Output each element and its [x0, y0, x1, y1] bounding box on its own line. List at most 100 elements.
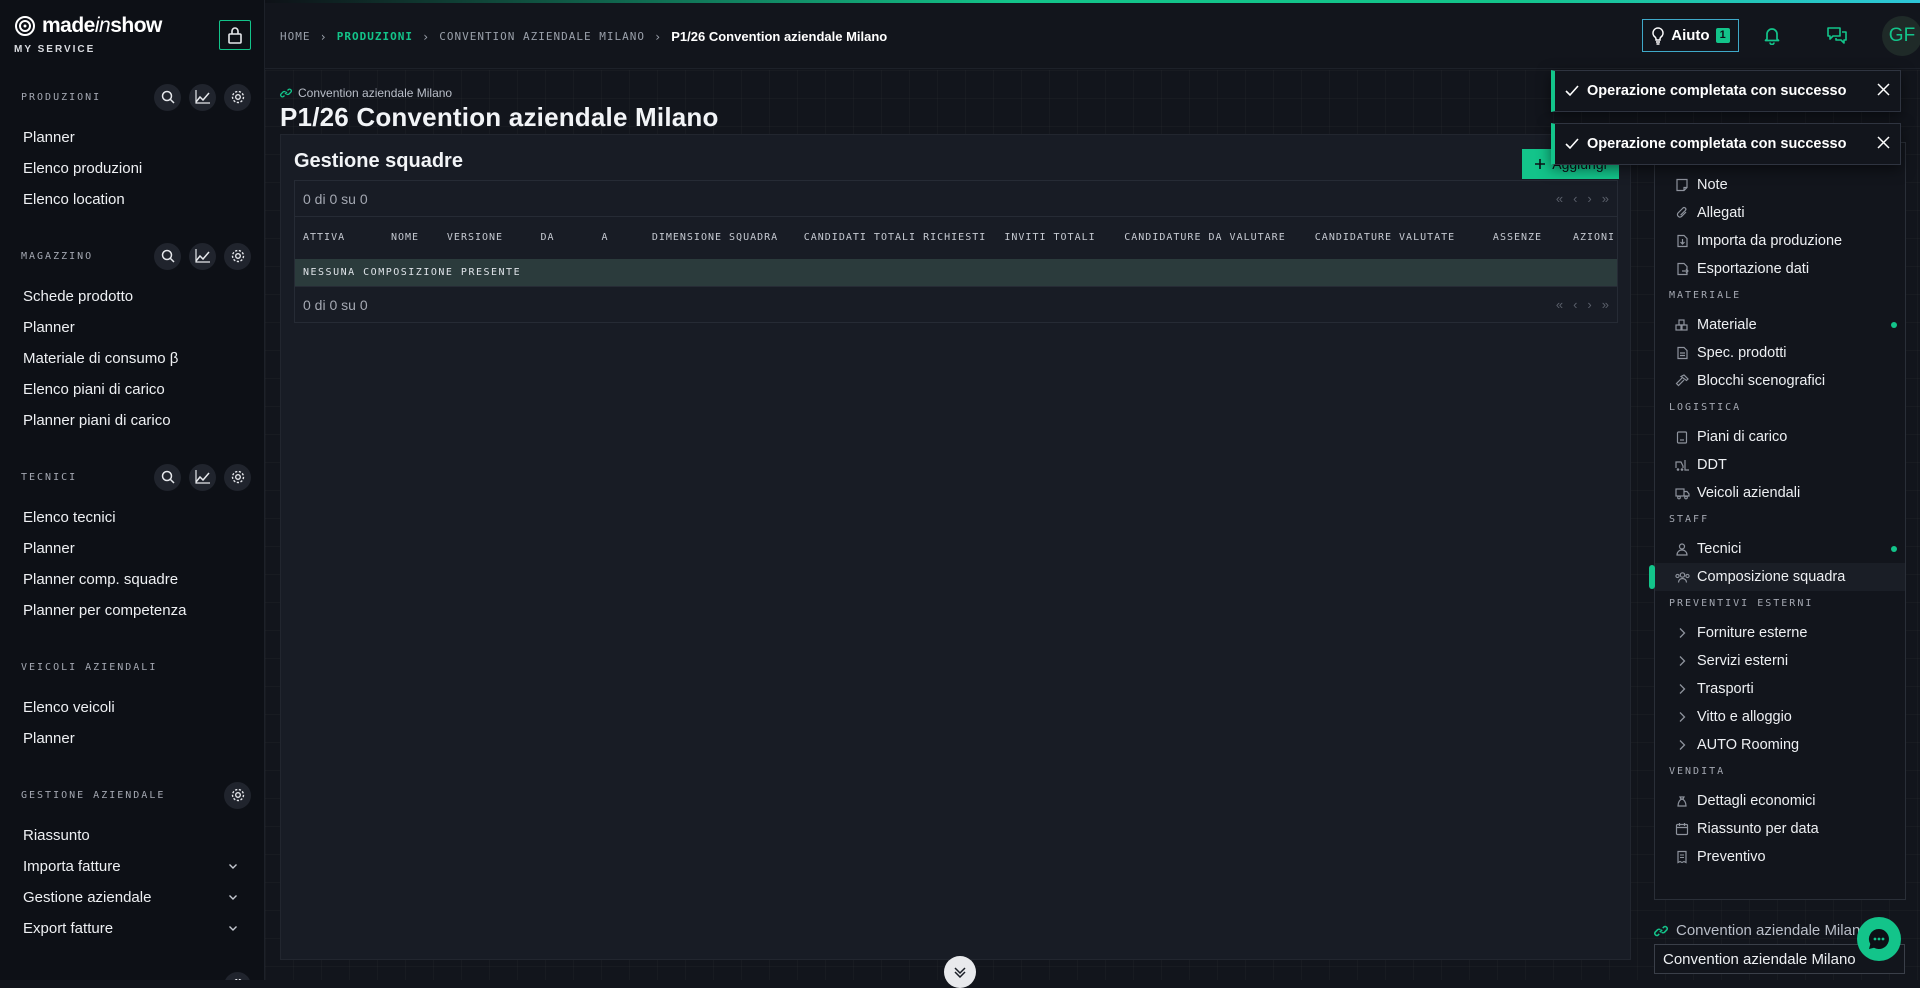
chat-support-button[interactable]	[1857, 917, 1901, 961]
prev-page-icon[interactable]: ‹	[1573, 191, 1577, 206]
messages-icon[interactable]	[1826, 25, 1848, 45]
search-icon[interactable]	[154, 242, 181, 270]
sidebar-item[interactable]: Elenco piani di carico	[0, 374, 264, 405]
side-nav-item[interactable]: Piani di carico	[1655, 423, 1905, 451]
next-page-icon[interactable]: ›	[1587, 297, 1591, 312]
note-icon	[1675, 178, 1690, 193]
side-nav-item[interactable]: Servizi esterni	[1655, 647, 1905, 675]
sidebar-item-label: Elenco produzioni	[23, 160, 143, 177]
sidebar-section-magazzino: MAGAZZINO Schede prodotto Planner Materiale…	[0, 237, 264, 436]
side-nav-item[interactable]: Spec. prodotti	[1655, 339, 1905, 367]
brand[interactable]: madeinshow MY SERVICE	[14, 14, 162, 55]
sidebar-item[interactable]: Elenco location	[0, 184, 264, 215]
column-header[interactable]: ATTIVA	[295, 232, 375, 244]
first-page-icon[interactable]: «	[1556, 297, 1563, 312]
side-nav-item[interactable]: Note	[1655, 171, 1905, 199]
production-link[interactable]: Convention aziendale Milano	[1654, 922, 1869, 939]
breadcrumb-item[interactable]: PRODUZIONI	[337, 30, 413, 43]
sidebar-item-label: Planner per competenza	[23, 602, 187, 619]
sidebar-item[interactable]: Planner	[0, 312, 264, 343]
chart-icon[interactable]	[189, 83, 216, 111]
sidebar-item[interactable]: Export fatture	[0, 913, 264, 944]
side-nav-item[interactable]: Composizione squadra	[1649, 563, 1905, 591]
chart-icon[interactable]	[189, 463, 216, 491]
lock-button[interactable]	[219, 20, 251, 50]
close-icon[interactable]	[1877, 83, 1890, 96]
bell-icon[interactable]	[1762, 25, 1782, 45]
sidebar-item-label: Planner piani di carico	[23, 412, 171, 429]
sidebar-item[interactable]: Planner	[0, 533, 264, 564]
prev-page-icon[interactable]: ‹	[1573, 297, 1577, 312]
close-icon[interactable]	[1877, 136, 1890, 149]
sidebar-item[interactable]: Gestione aziendale	[0, 882, 264, 913]
column-header[interactable]: A	[580, 232, 630, 244]
breadcrumb-item: P1/26 Convention aziendale Milano	[671, 29, 888, 44]
column-header[interactable]: CANDIDATURE VALUTATE	[1300, 232, 1470, 244]
last-page-icon[interactable]: »	[1602, 191, 1609, 206]
side-nav-item[interactable]: DDT	[1655, 451, 1905, 479]
chart-icon[interactable]	[189, 242, 216, 270]
last-page-icon[interactable]: »	[1602, 297, 1609, 312]
column-header[interactable]: NOME	[375, 232, 435, 244]
receipt-icon	[1675, 850, 1690, 865]
sidebar-item[interactable]: Elenco tecnici	[0, 502, 264, 533]
side-nav-item[interactable]: Veicoli aziendali	[1655, 479, 1905, 507]
scroll-down-button[interactable]	[944, 956, 976, 988]
side-nav-item[interactable]: Preventivo	[1655, 843, 1905, 871]
sidebar-item[interactable]: Elenco veicoli	[0, 692, 264, 723]
side-nav-item-label: AUTO Rooming	[1697, 737, 1800, 753]
column-header[interactable]: VERSIONE	[435, 232, 515, 244]
breadcrumb-item[interactable]: CONVENTION AZIENDALE MILANO	[439, 30, 645, 43]
search-icon[interactable]	[154, 463, 181, 491]
chat-bubble-icon	[1868, 928, 1889, 949]
sidebar-item[interactable]: Elenco produzioni	[0, 153, 264, 184]
sidebar-item-label: Schede prodotto	[23, 288, 134, 305]
sidebar-section-title: PRODUZIONI	[21, 91, 102, 103]
column-header[interactable]: CANDIDATI TOTALI RICHIESTI	[800, 232, 990, 244]
column-header[interactable]: DIMENSIONE SQUADRA	[630, 232, 800, 244]
column-header[interactable]: INVITI TOTALI	[990, 232, 1110, 244]
sidebar-item[interactable]: Importa fatture	[0, 851, 264, 882]
clipboard-icon	[1675, 430, 1690, 445]
side-nav-item[interactable]: Blocchi scenografici	[1655, 367, 1905, 395]
gear-icon[interactable]	[224, 83, 251, 111]
side-nav-item[interactable]: Esportazione dati	[1655, 255, 1905, 283]
gear-icon[interactable]	[224, 242, 251, 270]
side-nav-item[interactable]: Importa da produzione	[1655, 227, 1905, 255]
first-page-icon[interactable]: «	[1556, 191, 1563, 206]
production-side-nav: Gestione dateNoteAllegatiImporta da prod…	[1649, 142, 1906, 900]
column-header[interactable]: AZIONI	[1565, 232, 1623, 244]
column-header[interactable]: CANDIDATURE DA VALUTARE	[1110, 232, 1300, 244]
gear-icon[interactable]	[224, 971, 251, 980]
avatar[interactable]: GF	[1882, 16, 1920, 56]
search-icon[interactable]	[154, 83, 181, 111]
side-nav-item[interactable]: Tecnici	[1655, 535, 1905, 563]
side-nav-item[interactable]: Materiale	[1655, 311, 1905, 339]
help-button[interactable]: Aiuto 1	[1642, 19, 1739, 52]
gear-icon[interactable]	[224, 781, 251, 809]
side-nav-item[interactable]: AUTO Rooming	[1655, 731, 1905, 759]
side-nav-item[interactable]: Riassunto per data	[1655, 815, 1905, 843]
column-header[interactable]: DA	[515, 232, 580, 244]
sidebar-item[interactable]: Planner comp. squadre	[0, 564, 264, 595]
sidebar-item[interactable]: Planner per competenza	[0, 595, 264, 626]
sidebar-item[interactable]: Planner piani di carico	[0, 405, 264, 436]
side-nav-section-title: VENDITA	[1669, 766, 1726, 777]
pager-bottom: 0 di 0 su 0 « ‹ › »	[295, 286, 1617, 322]
side-nav-item[interactable]: Allegati	[1655, 199, 1905, 227]
sidebar-item[interactable]: Riassunto	[0, 820, 264, 851]
side-nav-item[interactable]: Forniture esterne	[1655, 619, 1905, 647]
sidebar-item[interactable]: Planner	[0, 723, 264, 754]
next-page-icon[interactable]: ›	[1587, 191, 1591, 206]
gear-icon[interactable]	[224, 463, 251, 491]
sidebar-item[interactable]: Materiale di consumo β	[0, 343, 264, 374]
side-nav-item[interactable]: Dettagli economici	[1655, 787, 1905, 815]
column-header[interactable]: ASSENZE	[1470, 232, 1565, 244]
side-nav-item[interactable]: Vitto e alloggio	[1655, 703, 1905, 731]
sidebar-item[interactable]: Schede prodotto	[0, 281, 264, 312]
page-subtitle[interactable]: Convention aziendale Milano	[280, 86, 452, 100]
success-toast: Operazione completata con successo	[1551, 70, 1901, 112]
breadcrumb-item[interactable]: HOME	[280, 30, 311, 43]
side-nav-item[interactable]: Trasporti	[1655, 675, 1905, 703]
sidebar-item[interactable]: Planner	[0, 122, 264, 153]
